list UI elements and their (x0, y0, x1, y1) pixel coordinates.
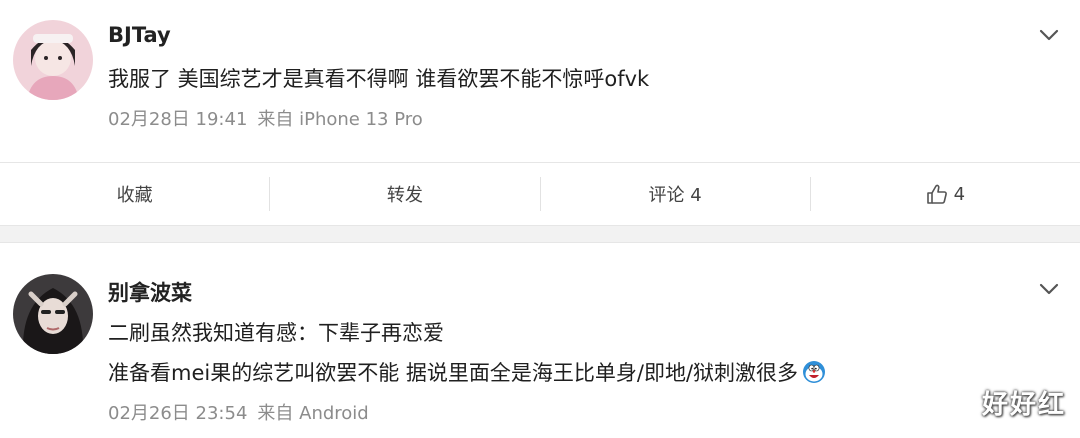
post-text: 我服了 美国综艺才是真看不得啊 谁看欲罢不能不惊呼ofvk (108, 67, 650, 91)
comment-label: 评论 4 (648, 185, 702, 206)
doraemon-emoji-icon (803, 361, 826, 383)
action-bar: 收藏 转发 评论 4 4 (0, 163, 1080, 225)
post-text: 准备看mei果的综艺叫欲罢不能 据说里面全是海王比单身/即地/狱刺激很多 (108, 357, 826, 387)
thumbs-up-icon (926, 184, 947, 204)
post-text: 二刷虽然我知道有感：下辈子再恋爱 (108, 321, 444, 345)
post-source: 来自 iPhone 13 Pro (257, 109, 423, 130)
avatar-image (13, 274, 93, 354)
section-separator (0, 226, 1080, 242)
post-date: 02月26日 23:54 (108, 403, 248, 424)
post-card: 别拿波菜 二刷虽然我知道有感：下辈子再恋爱 准备看mei果的综艺叫欲罢不能 据说… (0, 243, 1080, 438)
post-card: BJTay 我服了 美国综艺才是真看不得啊 谁看欲罢不能不惊呼ofvk 02月2… (0, 0, 1080, 163)
repost-label: 转发 (386, 185, 423, 206)
post-meta: 02月26日 23:54 来自 Android (108, 399, 369, 425)
avatar[interactable] (13, 274, 93, 354)
like-count: 4 (953, 183, 966, 205)
repost-button[interactable]: 转发 (270, 163, 539, 225)
favorite-label: 收藏 (116, 185, 153, 206)
chevron-down-icon[interactable] (1038, 278, 1060, 300)
post-meta: 02月28日 19:41 来自 iPhone 13 Pro (108, 105, 423, 131)
favorite-button[interactable]: 收藏 (0, 163, 269, 225)
like-button[interactable]: 4 (811, 163, 1080, 225)
watermark: 好好红 (981, 390, 1066, 420)
avatar-image (13, 20, 93, 100)
username[interactable]: 别拿波菜 (108, 277, 192, 307)
post-text-content: 准备看mei果的综艺叫欲罢不能 据说里面全是海王比单身/即地/狱刺激很多 (108, 361, 799, 385)
chevron-down-icon[interactable] (1038, 24, 1060, 46)
avatar[interactable] (13, 20, 93, 100)
comment-button[interactable]: 评论 4 (541, 163, 810, 225)
post-source: 来自 Android (257, 403, 369, 424)
post-date: 02月28日 19:41 (108, 109, 248, 130)
username[interactable]: BJTay (108, 23, 171, 47)
feed-page: BJTay 我服了 美国综艺才是真看不得啊 谁看欲罢不能不惊呼ofvk 02月2… (0, 0, 1080, 438)
